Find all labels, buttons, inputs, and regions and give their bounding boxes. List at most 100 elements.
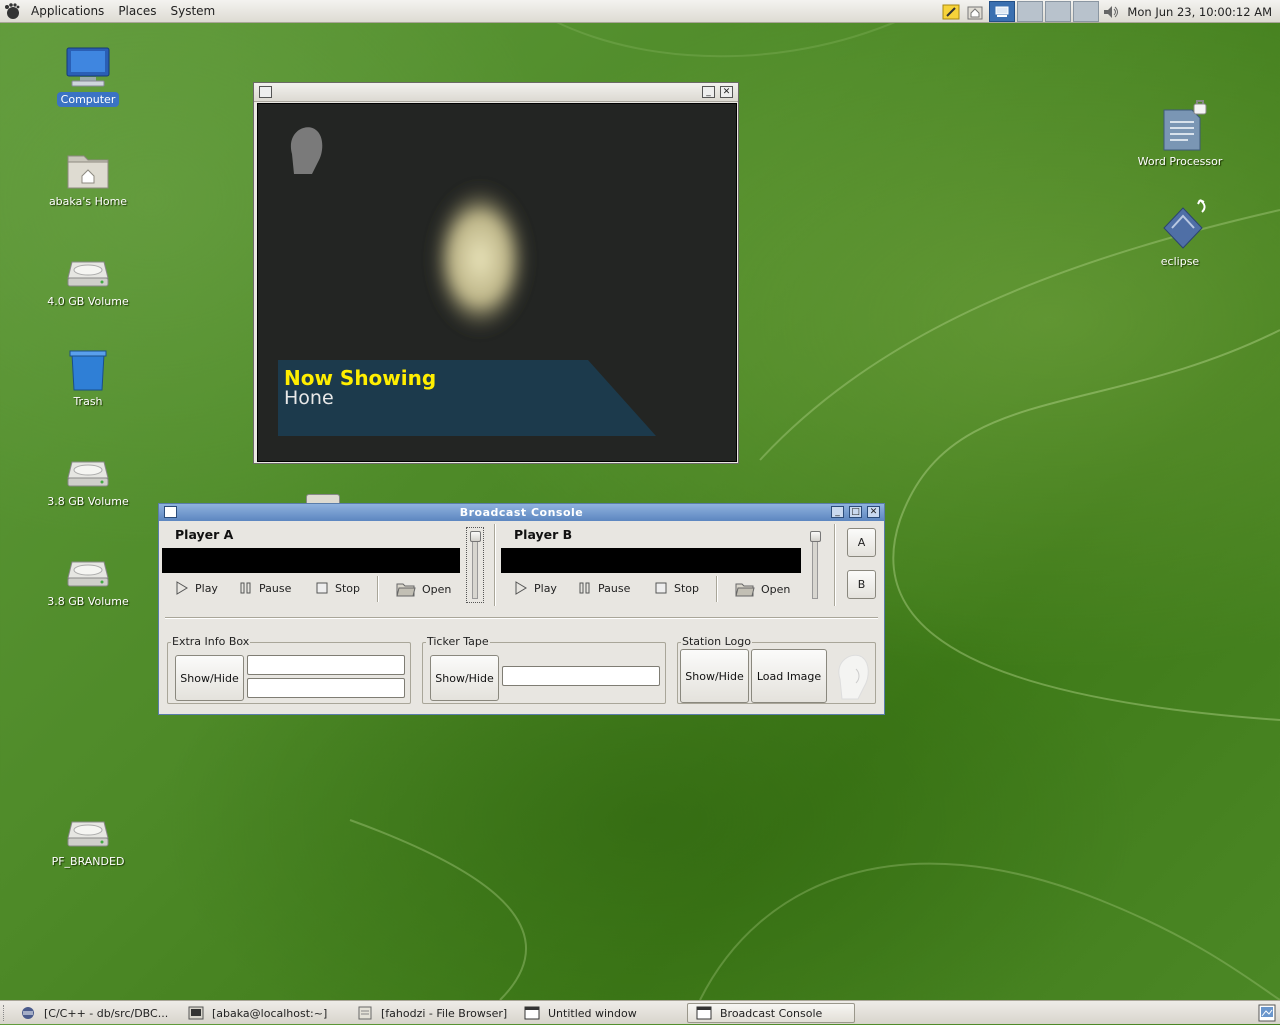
computer-icon (64, 46, 112, 90)
taskbar-item-terminal[interactable]: [abaka@localhost:~] (188, 1003, 348, 1023)
stop-icon (316, 582, 328, 594)
workspace-3[interactable] (1045, 1, 1072, 22)
workspace-4[interactable] (1073, 1, 1100, 22)
workspace-1[interactable] (989, 1, 1016, 22)
lower-third-subtitle: Hone (284, 387, 334, 409)
player-a-screen (162, 548, 460, 573)
folder-open-icon (396, 583, 416, 597)
player-b-pause-button[interactable]: Pause (578, 581, 630, 595)
terminal-icon (188, 1006, 204, 1020)
desktop-icon-label: 3.8 GB Volume (47, 595, 129, 608)
desktop-icon-volume-4gb[interactable]: 4.0 GB Volume (40, 248, 136, 309)
clock[interactable]: Mon Jun 23, 10:00:12 AM (1123, 5, 1280, 19)
extra-info-line2-input[interactable] (247, 678, 405, 698)
player-a-stop-button[interactable]: Stop (315, 581, 360, 595)
home-folder-icon (64, 148, 112, 192)
window-icon (696, 1006, 712, 1020)
player-a-play-button[interactable]: Play (175, 581, 218, 595)
ticker-title: Ticker Tape (426, 635, 490, 648)
play-icon (176, 581, 188, 595)
desktop-icon-label: 4.0 GB Volume (47, 295, 129, 308)
extra-info-show-hide-button[interactable]: Show/Hide (175, 655, 244, 701)
console-titlebar[interactable]: Broadcast Console _ □ ✕ (159, 504, 884, 521)
video-preview-window: _ ✕ Now Showing Hone (253, 82, 739, 464)
taskbar-item-file-browser[interactable]: [fahodzi - File Browser] (357, 1003, 522, 1023)
lower-third-overlay: Now Showing Hone (278, 360, 658, 436)
drive-icon (64, 248, 112, 292)
broadcast-console-window: Broadcast Console _ □ ✕ Player A Play Pa… (158, 503, 885, 715)
maximize-icon[interactable]: □ (849, 506, 862, 518)
separator (494, 524, 496, 606)
player-a-open-button[interactable]: Open (396, 581, 451, 597)
desktop-icon-label: Word Processor (1137, 155, 1223, 168)
switch-a-button[interactable]: A (847, 528, 876, 557)
player-b-play-button[interactable]: Play (514, 581, 557, 595)
desktop-icon-eclipse[interactable]: eclipse (1132, 198, 1228, 269)
desktop-icon-computer[interactable]: Computer (40, 46, 136, 107)
desktop-icon-label: 3.8 GB Volume (47, 495, 129, 508)
separator (716, 576, 718, 602)
separator (377, 576, 379, 602)
drive-icon (64, 448, 112, 492)
player-b-stop-button[interactable]: Stop (654, 581, 699, 595)
player-a-volume-knob[interactable] (470, 531, 481, 542)
home-launcher-icon[interactable] (965, 2, 985, 22)
eclipse-icon (1156, 198, 1206, 252)
window-menu-icon[interactable] (259, 86, 272, 98)
switch-b-button[interactable]: B (847, 570, 876, 599)
player-a-pause-button[interactable]: Pause (239, 581, 291, 595)
minimize-icon[interactable]: _ (702, 86, 715, 98)
taskbar-item-eclipse[interactable]: [C/C++ - db/src/DBC... (20, 1003, 180, 1023)
desktop-icon-volume-38gb-1[interactable]: 3.8 GB Volume (40, 448, 136, 509)
volume-icon[interactable] (1101, 2, 1121, 22)
notes-icon[interactable] (941, 2, 961, 22)
video-window-titlebar[interactable]: _ ✕ (254, 83, 738, 102)
desktop-icon-home[interactable]: abaka's Home (40, 148, 136, 209)
desktop-icon-label: eclipse (1160, 255, 1200, 268)
menu-applications[interactable]: Applications (24, 0, 111, 23)
drive-icon (64, 548, 112, 592)
desktop-icon-label: Computer (56, 92, 120, 107)
menu-system[interactable]: System (163, 0, 222, 23)
extra-info-line1-input[interactable] (247, 655, 405, 675)
panel-grip[interactable] (3, 1005, 7, 1021)
player-b-label: Player B (514, 527, 573, 542)
gnome-foot-icon[interactable] (0, 0, 24, 23)
word-processor-icon (1156, 100, 1207, 152)
taskbar-item-untitled[interactable]: Untitled window (524, 1003, 684, 1023)
desktop-icon-word-processor[interactable]: Word Processor (1132, 100, 1228, 169)
separator (834, 524, 836, 606)
folder-open-icon (735, 583, 755, 597)
show-desktop-icon[interactable] (1258, 1004, 1276, 1022)
pause-icon (240, 582, 251, 594)
panel-tray: Mon Jun 23, 10:00:12 AM (939, 0, 1280, 23)
taskbar-item-broadcast-console[interactable]: Broadcast Console (687, 1003, 855, 1023)
play-icon (515, 581, 527, 595)
window-icon (524, 1006, 540, 1020)
desktop-icon-pf-branded[interactable]: PF_BRANDED (40, 808, 136, 869)
ticker-text-input[interactable] (502, 666, 660, 686)
ticker-show-hide-button[interactable]: Show/Hide (430, 655, 499, 701)
console-title: Broadcast Console (459, 506, 584, 519)
workspace-2[interactable] (1017, 1, 1044, 22)
player-a-label: Player A (175, 527, 234, 542)
station-logo-load-image-button[interactable]: Load Image (751, 649, 827, 703)
player-b-open-button[interactable]: Open (735, 581, 790, 597)
close-icon[interactable]: ✕ (720, 86, 733, 98)
desktop-icon-trash[interactable]: Trash (40, 348, 136, 409)
minimize-icon[interactable]: _ (831, 506, 844, 518)
player-b-volume-knob[interactable] (810, 531, 821, 542)
ticker-group: Ticker Tape Show/Hide (422, 635, 666, 704)
trash-icon (64, 348, 112, 392)
close-icon[interactable]: ✕ (867, 506, 880, 518)
bottom-panel: [C/C++ - db/src/DBC... [abaka@localhost:… (0, 1000, 1280, 1024)
file-browser-icon (358, 1006, 372, 1020)
top-panel: Applications Places System Mon Jun 23, 1… (0, 0, 1280, 23)
extra-info-title: Extra Info Box (171, 635, 251, 648)
station-logo-group: Station Logo Show/Hide Load Image (677, 635, 876, 704)
desktop-icon-volume-38gb-2[interactable]: 3.8 GB Volume (40, 548, 136, 609)
player-b-screen (501, 548, 801, 573)
menu-places[interactable]: Places (111, 0, 163, 23)
station-logo-show-hide-button[interactable]: Show/Hide (680, 649, 749, 703)
stop-icon (655, 582, 667, 594)
